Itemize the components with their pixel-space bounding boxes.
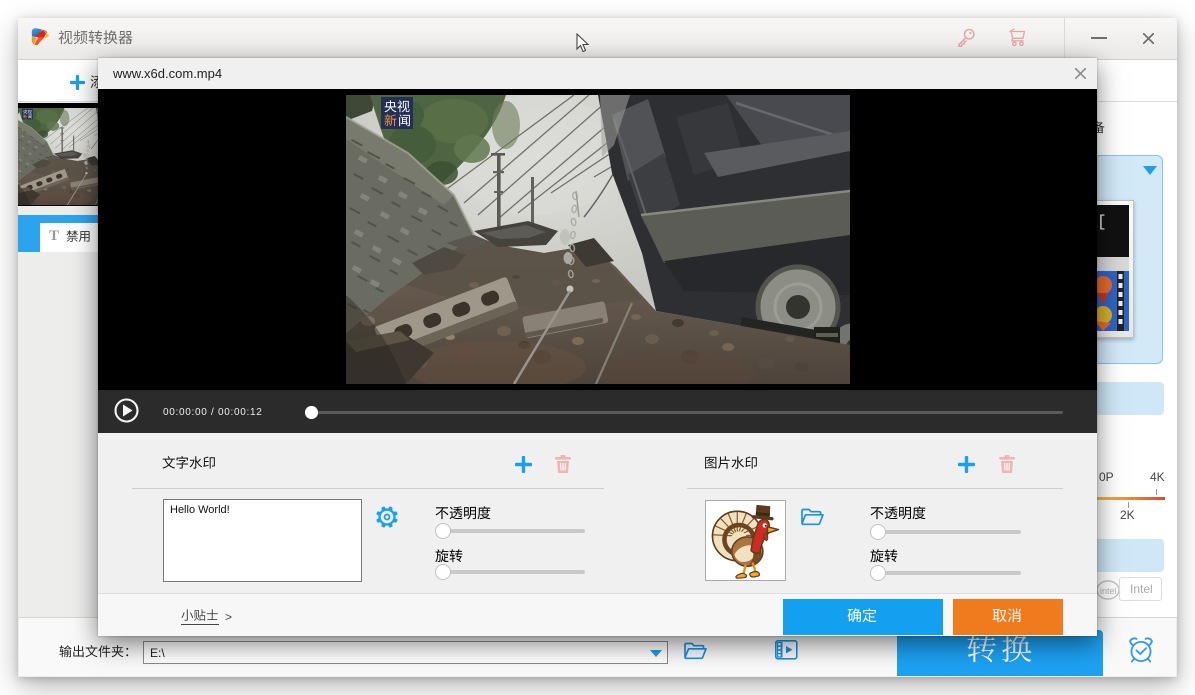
svg-text:intel: intel [1100, 586, 1117, 596]
